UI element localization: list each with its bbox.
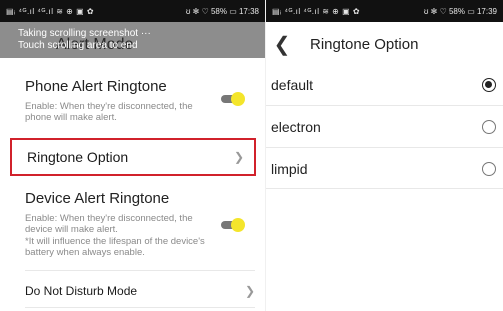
status-icons-right: ʊ ✻ ♡ 58% ▭ 17:39 [423,6,497,16]
option-label: default [271,77,314,93]
status-bar: ▤ᵢ ⁴ᴳ.ıl ⁴ᴳ.ıl ≋ ⊕ ▣ ✿ ʊ ✻ ♡ 58% ▭ 17:38 [0,0,265,22]
device-alert-title: Device Alert Ringtone [25,190,170,207]
toggle-knob [231,218,245,232]
ringtone-option-limpid[interactable]: limpid [266,148,503,190]
device-alert-desc: Enable: When they're disconnected, the d… [25,213,193,235]
ringtone-option-label: Ringtone Option [27,149,129,165]
device-alert-note: *It will influence the lifespan of the d… [25,236,205,258]
phone-alert-desc: Enable: When they're disconnected, the p… [25,101,193,123]
status-icons-left: ▤ᵢ ⁴ᴳ.ıl ⁴ᴳ.ıl ≋ ⊕ ▣ ✿ [272,6,361,16]
divider [25,270,255,271]
screenshot-banner: Alert Mode Taking scrolling screenshot ·… [0,22,265,58]
do-not-disturb-row[interactable]: Do Not Disturb Mode ❯ [25,279,255,303]
chevron-right-icon: ❯ [244,284,255,298]
phone-alert-toggle[interactable] [219,92,245,106]
banner-line-2: Touch scrolling area to end [18,40,138,51]
back-arrow-icon[interactable]: ❮ [272,32,292,57]
toggle-knob [231,92,245,106]
top-header: ❮ Ringtone Option [266,22,503,68]
ringtone-option-default[interactable]: default [266,64,503,106]
ringtone-option-electron[interactable]: electron [266,106,503,148]
chevron-right-icon: ❯ [233,150,244,164]
right-screen: ▤ᵢ ⁴ᴳ.ıl ⁴ᴳ.ıl ≋ ⊕ ▣ ✿ ʊ ✻ ♡ 58% ▭ 17:39… [265,0,503,311]
radio-unselected-icon[interactable] [482,162,496,176]
phone-alert-title: Phone Alert Ringtone [25,78,167,95]
do-not-disturb-label: Do Not Disturb Mode [25,284,138,298]
ringtone-option-row[interactable]: Ringtone Option ❯ [10,138,256,176]
status-icons-left: ▤ᵢ ⁴ᴳ.ıl ⁴ᴳ.ıl ≋ ⊕ ▣ ✿ [6,6,95,16]
radio-unselected-icon[interactable] [482,120,496,134]
option-label: electron [271,119,321,135]
option-label: limpid [271,161,308,177]
divider [25,307,255,308]
device-alert-toggle[interactable] [219,218,245,232]
left-screen: ▤ᵢ ⁴ᴳ.ıl ⁴ᴳ.ıl ≋ ⊕ ▣ ✿ ʊ ✻ ♡ 58% ▭ 17:38… [0,0,265,311]
banner-line-1: Taking scrolling screenshot ··· [18,28,151,39]
divider [266,188,503,189]
radio-selected-icon[interactable] [482,78,496,92]
page-title: Ringtone Option [310,36,419,53]
status-bar: ▤ᵢ ⁴ᴳ.ıl ⁴ᴳ.ıl ≋ ⊕ ▣ ✿ ʊ ✻ ♡ 58% ▭ 17:39 [266,0,503,22]
status-icons-right: ʊ ✻ ♡ 58% ▭ 17:38 [185,6,259,16]
